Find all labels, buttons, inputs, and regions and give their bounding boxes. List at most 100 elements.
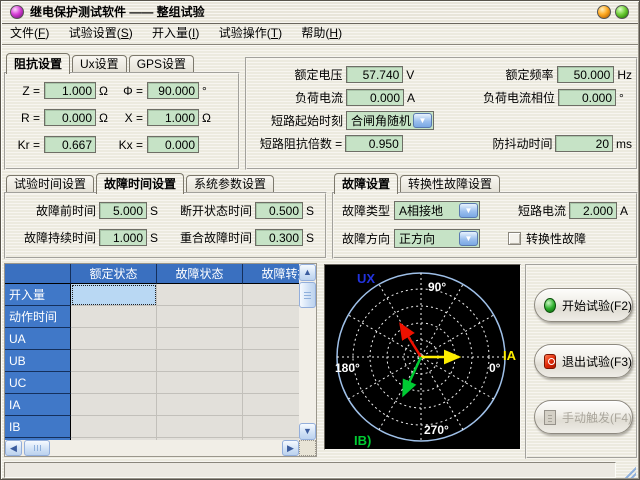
start-test-label: 开始试验(F2) — [562, 297, 632, 314]
table-cell-selected[interactable] — [71, 284, 157, 306]
table-row: IA — [5, 394, 299, 416]
phasor-svg: 90° 180° 0° 270° UX IA IB) — [325, 265, 520, 449]
label-0deg: 0° — [489, 361, 501, 375]
tab-test-time[interactable]: 试验时间设置 — [6, 175, 94, 193]
label-ib: IB) — [354, 433, 371, 448]
r-unit: Ω — [96, 111, 113, 125]
short-start-label: 短路起始时刻 — [251, 112, 343, 129]
load-current-input[interactable]: 0.000 — [346, 89, 404, 106]
vertical-scroll-thumb[interactable] — [299, 282, 316, 308]
short-start-dropdown[interactable]: 合闸角随机 ▼ — [346, 111, 434, 130]
col-header-fault-state[interactable]: 故障状态 — [157, 264, 243, 284]
chevron-down-icon[interactable]: ▼ — [459, 231, 478, 246]
col-header-rated-state[interactable]: 额定状态 — [71, 264, 157, 284]
scroll-down-icon[interactable]: ▼ — [299, 423, 316, 440]
phasor-vectors — [401, 324, 459, 395]
resize-grip[interactable] — [622, 464, 636, 478]
phi-label: Φ = — [113, 84, 143, 98]
vertical-scrollbar[interactable]: ▲ ▼ — [299, 264, 316, 440]
scroll-left-icon[interactable]: ◀ — [5, 440, 22, 456]
debounce-input[interactable]: 20 — [555, 135, 613, 152]
convert-fault-checkbox[interactable] — [508, 232, 521, 245]
close-button[interactable] — [615, 5, 629, 19]
tab-ux-settings[interactable]: Ux设置 — [72, 55, 127, 73]
debounce-label: 防抖动时间 — [424, 135, 553, 152]
fault-body: 故障类型 A相接地 ▼ 短路电流 2.000 A 故障方向 正方向 ▼ 转换性故… — [332, 192, 638, 259]
rated-voltage-input[interactable]: 57.740 — [346, 66, 404, 83]
menu-file[interactable]: 文件(F) — [2, 23, 57, 44]
fault-tabstrip: 故障设置 转换性故障设置 — [334, 173, 638, 193]
row-header[interactable]: UB — [5, 350, 71, 372]
menu-test-operation[interactable]: 试验操作(T) — [211, 23, 290, 44]
z-input[interactable]: 1.000 — [44, 82, 96, 99]
rated-freq-input[interactable]: 50.000 — [557, 66, 615, 83]
fault-duration-input[interactable]: 1.000 — [99, 229, 147, 246]
kx-input[interactable]: 0.000 — [147, 136, 199, 153]
row-header[interactable]: 动作时间 — [5, 306, 71, 328]
scroll-right-icon[interactable]: ▶ — [282, 440, 299, 456]
rated-freq-unit: Hz — [614, 68, 632, 82]
open-state-input[interactable]: 0.500 — [255, 202, 303, 219]
row-header[interactable]: IB — [5, 416, 71, 438]
r-label: R = — [12, 111, 40, 125]
app-icon[interactable] — [10, 5, 24, 19]
tab-fault-time[interactable]: 故障时间设置 — [96, 173, 184, 194]
x-input[interactable]: 1.000 — [147, 109, 199, 126]
table-header-row: 额定状态 故障状态 故障转换 — [5, 264, 299, 284]
manual-trigger-icon — [544, 410, 556, 425]
tab-convert-fault-settings[interactable]: 转换性故障设置 — [400, 175, 500, 193]
row-header[interactable]: UA — [5, 328, 71, 350]
status-bar — [4, 462, 616, 478]
prefault-input[interactable]: 5.000 — [99, 202, 147, 219]
fault-duration-unit: S — [147, 231, 164, 245]
row-header[interactable]: IA — [5, 394, 71, 416]
exit-test-button[interactable]: 退出试验(F3) — [534, 344, 633, 378]
open-state-unit: S — [303, 204, 314, 218]
horizontal-scroll-thumb[interactable] — [24, 440, 50, 456]
minimize-button[interactable] — [597, 5, 611, 19]
scrollbar-corner — [299, 440, 316, 456]
tab-impedance-settings[interactable]: 阻抗设置 — [6, 53, 70, 74]
tab-gps-settings[interactable]: GPS设置 — [129, 55, 194, 73]
menu-help[interactable]: 帮助(H) — [293, 23, 350, 44]
kr-input[interactable]: 0.667 — [44, 136, 96, 153]
impedance-multiple-label: 短路阻抗倍数 = — [251, 135, 342, 152]
label-90deg: 90° — [428, 280, 446, 294]
scroll-up-icon[interactable]: ▲ — [299, 264, 316, 281]
impedance-multiple-input[interactable]: 0.950 — [345, 135, 403, 152]
horizontal-scrollbar[interactable]: ◀ ▶ — [5, 440, 299, 456]
table-row: UA — [5, 328, 299, 350]
row-header[interactable]: UC — [5, 372, 71, 394]
label-270deg: 270° — [424, 423, 449, 437]
row-header[interactable]: 开入量 — [5, 284, 71, 306]
reclose-fault-input[interactable]: 0.300 — [255, 229, 303, 246]
tab-system-params[interactable]: 系统参数设置 — [186, 175, 274, 193]
kx-label: Kx = — [113, 138, 143, 152]
source-panel: 额定电压 57.740 V 额定频率 50.000 Hz 负荷电流 0.000 … — [245, 57, 638, 170]
r-input[interactable]: 0.000 — [44, 109, 96, 126]
col-header-fault-convert[interactable]: 故障转换 — [243, 264, 299, 284]
short-current-input[interactable]: 2.000 — [569, 202, 617, 219]
chevron-down-icon[interactable]: ▼ — [459, 203, 478, 218]
rated-voltage-unit: V — [403, 68, 424, 82]
timing-body: 故障前时间 5.000 S 断开状态时间 0.500 S 故障持续时间 1.00… — [4, 192, 327, 259]
manual-trigger-button[interactable]: 手动触发(F4) — [534, 400, 633, 434]
fault-type-dropdown[interactable]: A相接地 ▼ — [394, 201, 480, 220]
phi-input[interactable]: 90.000 — [147, 82, 199, 99]
menu-binary-input[interactable]: 开入量(I) — [144, 23, 207, 44]
menu-test-settings[interactable]: 试验设置(S) — [61, 23, 141, 44]
menu-bar: 文件(F) 试验设置(S) 开入量(I) 试验操作(T) 帮助(H) — [2, 23, 638, 45]
fault-direction-dropdown[interactable]: 正方向 ▼ — [394, 229, 480, 248]
corner-header-cell — [5, 264, 71, 284]
load-current-label: 负荷电流 — [251, 89, 343, 106]
timing-tabstrip: 试验时间设置 故障时间设置 系统参数设置 — [6, 173, 327, 193]
action-button-panel: 开始试验(F2) 退出试验(F3) 手动触发(F4) — [525, 264, 638, 459]
load-phase-input[interactable]: 0.000 — [558, 89, 616, 106]
prefault-unit: S — [147, 204, 164, 218]
table-row: UC — [5, 372, 299, 394]
chevron-down-icon[interactable]: ▼ — [413, 113, 432, 128]
fault-type-value: A相接地 — [399, 202, 443, 219]
tab-fault-settings[interactable]: 故障设置 — [334, 173, 398, 194]
prefault-label: 故障前时间 — [10, 202, 96, 219]
start-test-button[interactable]: 开始试验(F2) — [534, 288, 633, 322]
